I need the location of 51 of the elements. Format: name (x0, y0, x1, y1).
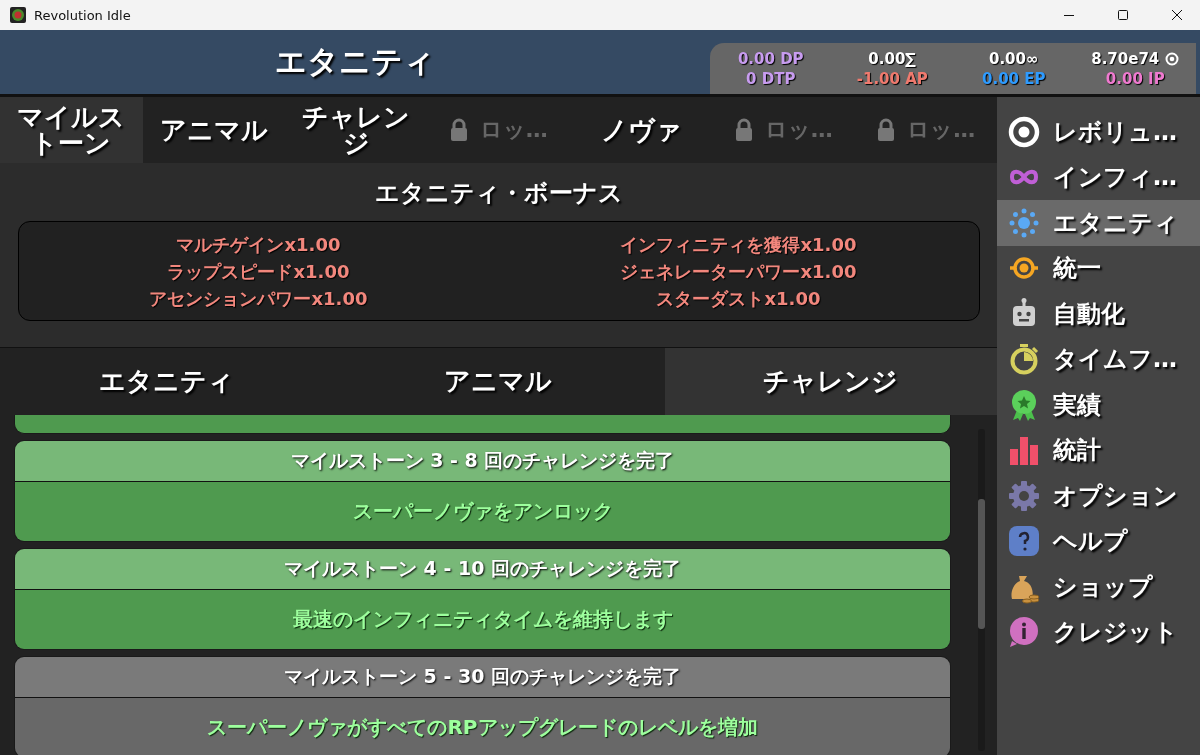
gear-icon (1007, 478, 1041, 513)
lock-icon (734, 118, 753, 142)
sidebar-item[interactable]: インフィ… (997, 154, 1200, 200)
milestone-reward: 最速のインフィニティタイムを維持します (292, 606, 673, 633)
sidebar-item[interactable]: ヘルプ (997, 518, 1200, 564)
target-icon (1165, 51, 1180, 66)
lock-icon (449, 118, 468, 142)
bonus-text: マルチゲインx1.00 (176, 232, 341, 257)
app-icon (10, 7, 26, 23)
scrollbar[interactable] (977, 429, 985, 751)
bonus-text: インフィニティを獲得x1.00 (620, 232, 857, 257)
tab[interactable]: チャレンジ (664, 348, 997, 415)
sidebar-item[interactable]: 統一 (997, 245, 1200, 291)
help-icon (1007, 524, 1041, 559)
milestone-reward: スーパーノヴァをアンロック (352, 498, 613, 525)
close-icon (1171, 9, 1183, 21)
tab[interactable]: エタニティ (0, 348, 333, 415)
resource-value: 0.00 DP (737, 49, 804, 68)
resource-value: 0.00∑ (868, 49, 917, 68)
sidebar-item[interactable]: ショップ (997, 564, 1200, 610)
tab[interactable]: マイルストーン (0, 97, 143, 163)
milestone-reward: スーパーノヴァがすべてのRPアップグレードのレベルを増加 (207, 714, 758, 741)
bonus-text: スターダストx1.00 (656, 286, 821, 311)
resource-value: 0.00 IP (1105, 69, 1165, 88)
target-icon (1007, 114, 1041, 149)
sidebar-item[interactable]: レボリュ… (997, 109, 1200, 155)
resource-value: 8.70e74 (1091, 49, 1160, 68)
bonus-text: ジェネレーターパワーx1.00 (620, 259, 857, 284)
resource-value: -1.00 AP (856, 69, 928, 88)
milestone-title: マイルストーン 3 - 8 回のチャレンジを完了 (290, 448, 675, 473)
lock-icon (877, 118, 896, 142)
resource-value: 0.00∞ (989, 49, 1039, 68)
bonus-text: アセンションパワーx1.00 (149, 286, 368, 311)
section-title: エタニティ・ボーナス (374, 178, 623, 209)
sidebar-item[interactable]: 統計 (997, 427, 1200, 473)
milestone-title: マイルストーン 5 - 30 回のチャレンジを完了 (284, 664, 681, 689)
page-title: エタニティ (275, 42, 435, 81)
window-title: Revolution Idle (34, 7, 131, 23)
sidebar-item[interactable]: クレジット (997, 609, 1200, 655)
milestone-title: マイルストーン 4 - 10 回のチャレンジを完了 (284, 556, 681, 581)
info-icon (1007, 615, 1041, 650)
maximize-icon (1117, 9, 1129, 21)
sidebar-item[interactable]: タイムフ… (997, 336, 1200, 382)
resource-value: 0.00 EP (982, 69, 1046, 88)
tab[interactable]: アニマル (332, 348, 665, 415)
sidebar-item[interactable]: オプション (997, 473, 1200, 519)
bonus-text: ラップスピードx1.00 (167, 259, 350, 284)
sidebar-item[interactable]: エタニティ (997, 200, 1200, 246)
sidebar-item[interactable]: 自動化 (997, 291, 1200, 337)
resource-value: 0 DTP (746, 69, 796, 88)
sidebar-item[interactable]: 実績 (997, 382, 1200, 428)
